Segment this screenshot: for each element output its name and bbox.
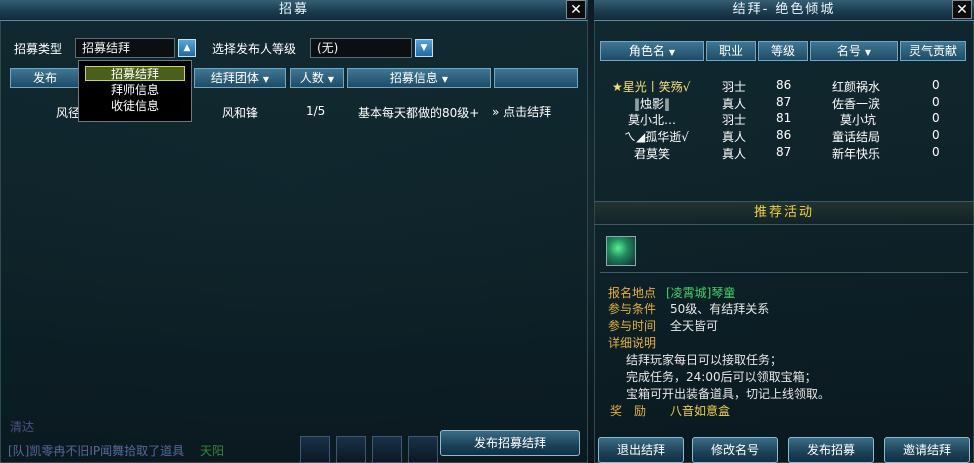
- desc-line: 完成任务，24:00后可以领取宝箱；: [626, 370, 817, 384]
- member-contribution: 0: [932, 111, 940, 125]
- recruit-title: 招募: [0, 0, 588, 21]
- reward-label: 奖 励: [610, 404, 647, 418]
- sworn-close-button[interactable]: ✕: [952, 0, 972, 19]
- header-publisher[interactable]: 发布: [10, 68, 80, 88]
- header-extra[interactable]: [494, 68, 578, 88]
- publish-recruit-button-right[interactable]: 发布招募: [788, 437, 874, 463]
- sort-triangle-icon: ▼: [864, 48, 872, 57]
- skill-slot-icon[interactable]: [372, 436, 402, 463]
- member-level: 81: [776, 111, 792, 125]
- desc-label: 详细说明: [608, 336, 657, 350]
- desc-line: 结拜玩家每日可以接取任务；: [626, 353, 783, 367]
- activity-icon[interactable]: [606, 236, 636, 266]
- level-arrow-down-icon[interactable]: ▼: [415, 39, 433, 57]
- recruit-close-button[interactable]: ✕: [566, 0, 586, 19]
- recruit-type-select[interactable]: 招募结拜: [75, 38, 175, 58]
- member-job: 真人: [722, 147, 747, 161]
- quit-sworn-button[interactable]: 退出结拜: [598, 437, 684, 463]
- row-publisher: 风径: [56, 106, 81, 120]
- recruit-type-label: 招募类型: [14, 42, 63, 56]
- header-level[interactable]: 等级: [758, 41, 808, 61]
- level-select[interactable]: (无): [310, 38, 412, 58]
- member-name: ★星光丨笑殇√: [612, 80, 691, 94]
- chat-line: [队]凯零冉不旧IP闻舞拾取了道具: [8, 444, 185, 458]
- row-count: 1/5: [306, 104, 326, 118]
- sort-triangle-icon: ▼: [327, 75, 335, 84]
- condition-label: 参与条件: [608, 302, 657, 316]
- row-info: 基本每天都做的80级+: [358, 106, 480, 120]
- member-level: 87: [776, 145, 792, 159]
- recruit-panel: 招募 ✕ 招募类型 招募结拜 ▲ 选择发布人等级 (无) ▼ 发布 结拜团体 ▼ …: [0, 0, 588, 463]
- invite-sworn-button[interactable]: 邀请结拜: [884, 437, 970, 463]
- member-job: 真人: [722, 130, 747, 144]
- location-link[interactable]: [凌霄城]琴童: [666, 284, 735, 301]
- desc-line: 宝箱可开出装备道具，切记上线领取。: [626, 387, 831, 401]
- row-group: 风和锋: [222, 106, 259, 120]
- time-label: 参与时间: [608, 319, 657, 333]
- header-contribution[interactable]: 灵气贡献: [900, 41, 966, 61]
- dropdown-item-master[interactable]: 拜师信息: [85, 83, 185, 98]
- join-sworn-link[interactable]: » 点击结拜: [492, 103, 551, 120]
- member-level: 86: [776, 128, 792, 142]
- member-title: 新年快乐: [832, 147, 881, 161]
- member-name: 莫小北…: [628, 113, 677, 127]
- member-job: 羽士: [722, 80, 747, 94]
- member-title: 佐香一涙: [832, 97, 881, 111]
- member-name: ㄟ◢孤华逝√: [624, 130, 689, 144]
- dropdown-item-sworn[interactable]: 招募结拜: [85, 66, 185, 81]
- recruit-type-arrow-up-icon[interactable]: ▲: [178, 39, 196, 57]
- header-info[interactable]: 招募信息 ▼: [347, 68, 491, 88]
- edit-title-button[interactable]: 修改名号: [692, 437, 778, 463]
- chat-line: 清达: [10, 420, 35, 434]
- member-title: 红颜祸水: [832, 80, 881, 94]
- member-contribution: 0: [932, 78, 940, 92]
- member-title: 莫小坑: [840, 113, 877, 127]
- publish-recruit-button[interactable]: 发布招募结拜: [440, 430, 580, 456]
- sworn-panel: 结拜- 绝色倾城 ✕ 角色名 ▼ 职业 等级 名号 ▼ 灵气贡献 ★星光丨笑殇√ 羽…: [594, 0, 974, 463]
- header-job[interactable]: 职业: [706, 41, 756, 61]
- recruit-type-dropdown: 招募结拜 拜师信息 收徒信息: [78, 60, 192, 122]
- sort-triangle-icon: ▼: [262, 75, 270, 84]
- header-title[interactable]: 名号 ▼: [810, 41, 898, 61]
- member-contribution: 0: [932, 95, 940, 109]
- skill-slot-icon[interactable]: [300, 436, 330, 463]
- member-job: 羽士: [722, 113, 747, 127]
- time-value: 全天皆可: [670, 319, 719, 333]
- skill-slot-icon[interactable]: [408, 436, 438, 463]
- member-contribution: 0: [932, 128, 940, 142]
- activity-section-title: 推荐活动: [594, 201, 974, 225]
- member-level: 87: [776, 95, 792, 109]
- header-role-name[interactable]: 角色名 ▼: [600, 41, 704, 61]
- sort-triangle-icon: ▼: [441, 75, 449, 84]
- double-chevron-icon: »: [492, 105, 500, 119]
- header-group[interactable]: 结拜团体 ▼: [194, 68, 286, 88]
- condition-value: 50级、有结拜关系: [670, 302, 770, 316]
- sort-triangle-icon: ▼: [668, 48, 676, 57]
- member-job: 真人: [722, 97, 747, 111]
- member-name: ‖烛影‖: [634, 97, 671, 111]
- member-contribution: 0: [932, 145, 940, 159]
- header-count[interactable]: 人数 ▼: [290, 68, 344, 88]
- divider: [600, 272, 968, 273]
- level-label: 选择发布人等级: [212, 42, 297, 56]
- skill-slot-icon[interactable]: [336, 436, 366, 463]
- chat-line: 天阳: [200, 444, 225, 458]
- reward-value[interactable]: 八音如意盒: [670, 402, 730, 419]
- sworn-title: 结拜- 绝色倾城: [594, 0, 974, 21]
- member-title: 童话结局: [832, 130, 881, 144]
- dropdown-item-apprentice[interactable]: 收徒信息: [85, 99, 185, 114]
- member-name: 君莫笑: [634, 147, 671, 161]
- location-label: 报名地点: [608, 286, 657, 300]
- member-level: 86: [776, 78, 792, 92]
